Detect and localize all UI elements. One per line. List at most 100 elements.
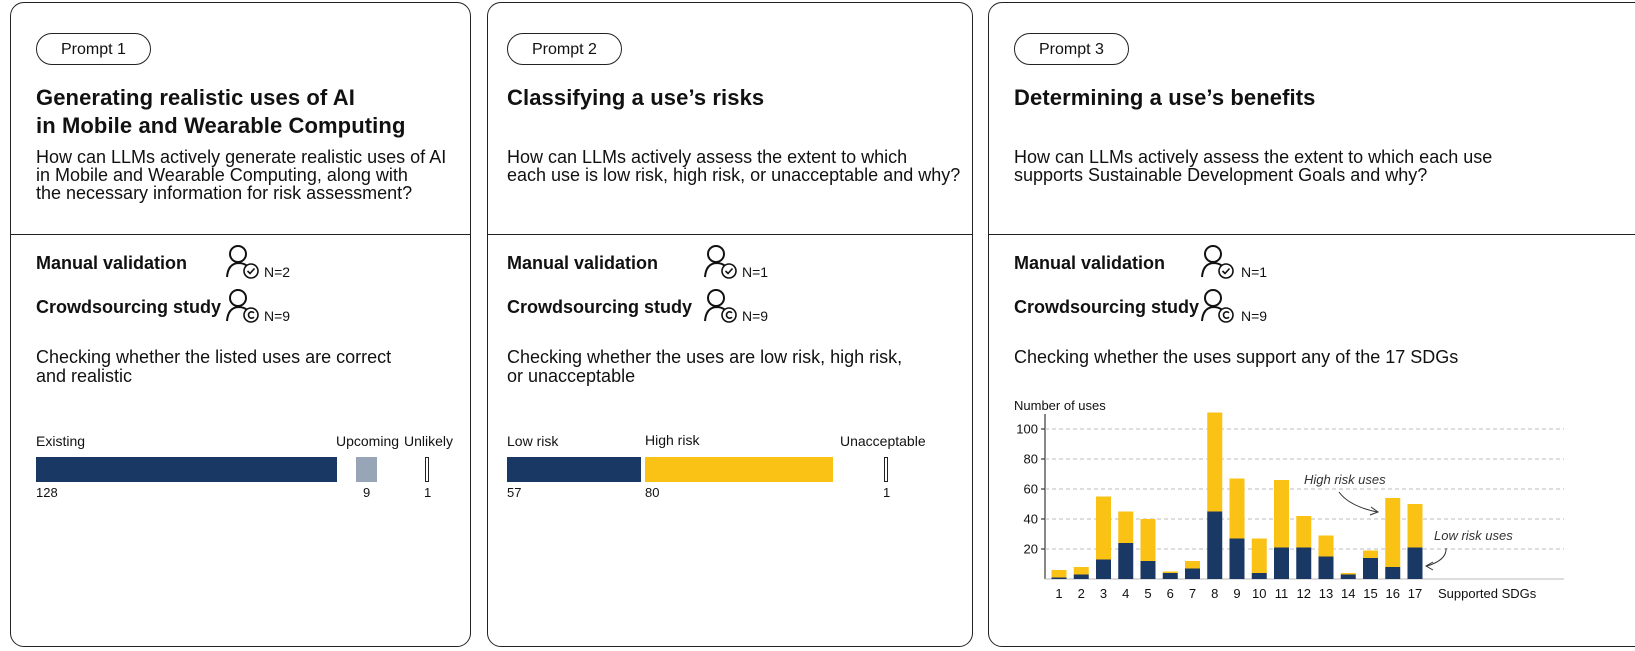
bar-low-risk-sdg-12 (1296, 547, 1312, 579)
manual-validation-label: Manual validation (1014, 253, 1166, 273)
y-tick-label: 60 (1024, 482, 1038, 497)
bar-value-existing: 128 (36, 485, 58, 500)
bar-low-risk-sdg-5 (1140, 561, 1156, 579)
bar-label-existing: Existing (36, 433, 86, 449)
crowd-n: N=9 (264, 308, 291, 324)
person-copyright-icon (704, 289, 737, 323)
bar-high-risk-sdg-5 (1140, 519, 1156, 561)
validation-task: Checking whether the uses are low risk, … (507, 347, 903, 386)
x-tick-label: 8 (1211, 586, 1218, 601)
person-check-icon (704, 245, 737, 279)
bar-value-unacceptable: 1 (883, 485, 891, 500)
x-tick-label: 7 (1189, 586, 1196, 601)
x-tick-label: 5 (1144, 586, 1151, 601)
crowd-n: N=9 (742, 308, 769, 324)
manual-n: N=1 (742, 264, 769, 280)
panel-question: How can LLMs actively assess the extent … (507, 147, 961, 185)
bar-upcoming (356, 457, 377, 482)
prompt-badge: Prompt 2 (507, 33, 622, 65)
panel-title: Generating realistic uses of AI in Mobil… (36, 85, 406, 138)
y-axis-label: Number of uses (1014, 398, 1106, 413)
x-tick-label: 1 (1055, 586, 1062, 601)
bar-low-risk-sdg-2 (1073, 574, 1089, 579)
x-tick-label: 2 (1078, 586, 1085, 601)
bar-high-risk-sdg-13 (1318, 535, 1334, 557)
annotation-low-risk: Low risk uses (1434, 528, 1513, 543)
bar-low-risk-sdg-9 (1229, 538, 1245, 579)
bar-label-low-risk: Low risk (507, 433, 559, 449)
bar-high-risk-sdg-1 (1051, 570, 1067, 578)
bar-high-risk-sdg-7 (1185, 561, 1200, 569)
crowdsourcing-label: Crowdsourcing study (36, 297, 222, 317)
panel-divider (488, 234, 972, 235)
bar-low-risk-sdg-10 (1251, 573, 1267, 579)
bar-high-risk-sdg-10 (1251, 538, 1267, 573)
crowdsourcing-label: Crowdsourcing study (1014, 297, 1200, 317)
crowd-n: N=9 (1241, 308, 1268, 324)
bar-high-risk-sdg-12 (1296, 516, 1312, 548)
bar-low-risk-sdg-8 (1207, 511, 1223, 579)
x-tick-label: 17 (1408, 586, 1422, 601)
bar-value-upcoming: 9 (363, 485, 371, 500)
manual-validation-label: Manual validation (36, 253, 188, 273)
bar-high-risk-sdg-14 (1340, 573, 1356, 575)
annotation-high-risk: High risk uses (1304, 472, 1386, 487)
sdg-stacked-bar-chart: Number of uses 20406080100 1 2 3 4 5 6 7 8 9 10 11… (1014, 398, 1564, 601)
validation-task: Checking whether the uses support any of… (1014, 347, 1459, 367)
bar-unlikely (425, 457, 429, 482)
y-tick-label: 20 (1024, 542, 1038, 557)
bar-low-risk-sdg-6 (1162, 573, 1178, 579)
bar-value-high-risk: 80 (645, 485, 660, 500)
panel-title: Determining a use’s benefits (1014, 85, 1316, 110)
person-check-icon (1201, 245, 1234, 279)
annotation-arrow-high (1338, 491, 1378, 513)
person-copyright-icon (1201, 289, 1234, 323)
bar-low-risk-sdg-1 (1051, 577, 1067, 579)
panel-question: How can LLMs actively generate realistic… (36, 147, 447, 203)
bar-high-risk-sdg-8 (1207, 412, 1223, 512)
manual-n: N=2 (264, 264, 291, 280)
panel-divider (989, 234, 1635, 235)
panel-prompt-3: Prompt 3 Determining a use’s benefits Ho… (988, 2, 1635, 647)
bar-high-risk-sdg-6 (1162, 571, 1178, 573)
bar-existing (36, 457, 337, 482)
bar-low-risk-sdg-13 (1318, 556, 1334, 579)
bar-high-risk-sdg-17 (1407, 504, 1423, 548)
prompt-badge: Prompt 1 (36, 33, 151, 65)
bar-label-upcoming: Upcoming (336, 433, 400, 449)
bar-label-unacceptable: Unacceptable (840, 433, 926, 449)
bar-high-risk-sdg-9 (1229, 478, 1245, 539)
panel-prompt-1: Prompt 1 Generating realistic uses of AI… (10, 2, 471, 647)
bar-value-low-risk: 57 (507, 485, 522, 500)
manual-n: N=1 (1241, 264, 1268, 280)
y-tick-label: 100 (1016, 422, 1038, 437)
x-tick-label: 4 (1122, 586, 1129, 601)
bar-low-risk (507, 457, 641, 482)
crowdsourcing-label: Crowdsourcing study (507, 297, 693, 317)
bar-high-risk-sdg-16 (1385, 498, 1401, 567)
bar-low-risk-sdg-11 (1274, 547, 1289, 579)
x-tick-label: 6 (1167, 586, 1174, 601)
x-tick-label: 10 (1252, 586, 1266, 601)
bar-high-risk-sdg-4 (1118, 511, 1134, 543)
validation-task: Checking whether the listed uses are cor… (36, 347, 392, 386)
person-copyright-icon (226, 289, 259, 323)
x-axis-label: Supported SDGs (1438, 586, 1537, 601)
x-tick-label: 12 (1297, 586, 1311, 601)
panel-question: How can LLMs actively assess the extent … (1014, 147, 1493, 185)
panel-title: Classifying a use’s risks (507, 85, 765, 110)
bar-low-risk-sdg-3 (1096, 559, 1111, 579)
bar-unacceptable (884, 457, 888, 482)
prompt-badge: Prompt 3 (1014, 33, 1129, 65)
bar-high-risk (645, 457, 833, 482)
bar-high-risk-sdg-11 (1274, 480, 1289, 548)
x-tick-label: 15 (1363, 586, 1377, 601)
person-check-icon (226, 245, 259, 279)
x-tick-label: 9 (1233, 586, 1240, 601)
bar-high-risk-sdg-3 (1096, 496, 1111, 560)
bar-value-unlikely: 1 (424, 485, 432, 500)
bar-low-risk-sdg-4 (1118, 543, 1134, 579)
bar-low-risk-sdg-14 (1340, 574, 1356, 579)
manual-validation-label: Manual validation (507, 253, 659, 273)
bar-label-high-risk: High risk (645, 432, 700, 448)
